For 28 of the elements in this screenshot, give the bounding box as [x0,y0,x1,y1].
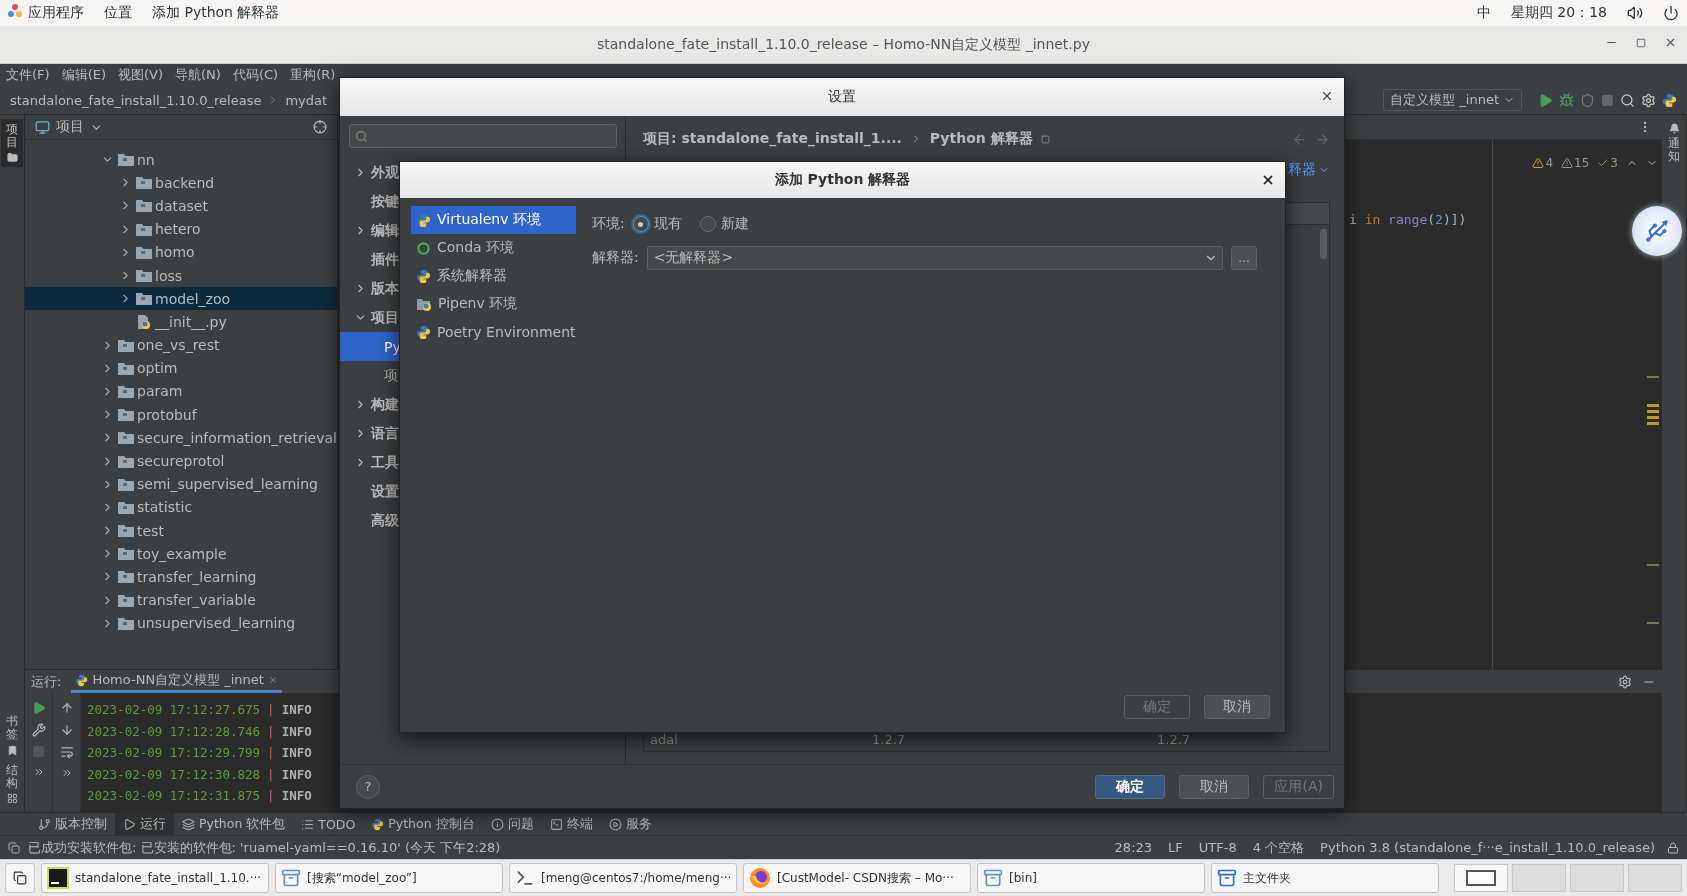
log-level: INFO [281,723,312,741]
log-separator: | [267,788,275,805]
log-time: 2023-02-09 17:12:27.675 [87,702,261,719]
dialog-title: 添加 Python 解释器 [774,171,911,189]
log-level: INFO [281,702,312,719]
table-cell-text: 1.2.7 [872,731,907,747]
breadcrumb: Python 解释器 [929,130,1033,148]
log-level: INFO [281,766,312,784]
log-time: 2023-02-09 17:12:31.875 [87,788,261,805]
log-time: 2023-02-09 17:12:29.799 [87,745,261,762]
code-line: i in range(2)]) [1349,212,1468,227]
log-time: 2023-02-09 17:12:28.746 [87,723,261,741]
table-cell-text: 1.2.7 [1157,731,1192,747]
field-label: 解释器: [592,249,639,267]
log-level: INFO [281,788,312,805]
log-separator: | [267,702,275,719]
field-label: 环境: [592,215,625,233]
log-separator: | [267,766,275,784]
log-separator: | [267,745,275,762]
log-level: INFO [281,745,312,762]
table-cell-text: adal [650,731,679,747]
window-title: standalone_fate_install_1.10.0_release – Homo-NN自定义模型 _innet.py [597,35,1090,54]
breadcrumb: 项目: standalone_fate_install_1.... [643,130,902,148]
log-time: 2023-02-09 17:12:30.828 [87,766,261,784]
dialog-title: 设置 [828,88,856,106]
log-separator: | [267,723,275,741]
status-message: 已成功安装软件包: 已安装的软件包: 'ruamel-yaml==0.16.10' (今天 下午2:28) [28,838,501,857]
run-label: 运行: [31,672,62,691]
